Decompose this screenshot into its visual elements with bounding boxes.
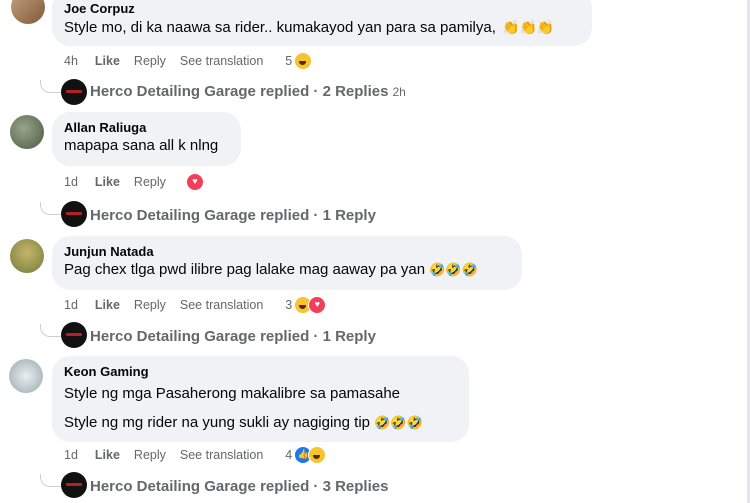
see-translation-link[interactable]: See translation <box>180 448 263 462</box>
haha-reaction-icon[interactable] <box>308 446 327 464</box>
comment-author[interactable]: Allan Raliuga <box>64 119 229 136</box>
love-reaction-icon[interactable]: ♥ <box>185 173 204 191</box>
comment-author[interactable]: Keon Gaming <box>64 363 457 380</box>
reply-author-name: Herco Detailing Garage <box>90 478 256 495</box>
avatar[interactable] <box>9 359 43 393</box>
reply-author-name: Herco Detailing Garage <box>90 207 256 224</box>
view-replies-link[interactable]: Herco Detailing Garage replied · 1 Reply <box>90 207 376 224</box>
avatar[interactable] <box>11 0 45 24</box>
replies-count: replied · 1 Reply <box>260 207 376 224</box>
reply-connector <box>40 202 63 215</box>
comment-text-line-2: Style ng mg rider na yung sukli ay nagig… <box>64 414 371 431</box>
view-replies-link[interactable]: Herco Detailing Garage replied · 1 Reply <box>90 328 376 345</box>
reply-button[interactable]: Reply <box>134 54 166 68</box>
comment-actions: 1d Like Reply ♥ <box>64 173 204 191</box>
replies-count: replied · 2 Replies <box>260 83 389 100</box>
see-translation-link[interactable]: See translation <box>180 298 263 312</box>
reaction-count[interactable]: 4 <box>285 448 292 462</box>
view-replies-link[interactable]: Herco Detailing Garage replied · 3 Repli… <box>90 478 388 495</box>
replies-count: replied · 1 Reply <box>260 328 376 345</box>
avatar[interactable] <box>10 239 44 273</box>
reply-connector <box>40 324 63 337</box>
reaction-count[interactable]: 3 <box>285 298 292 312</box>
replies-count: replied · 3 Replies <box>260 478 389 495</box>
reply-button[interactable]: Reply <box>134 298 166 312</box>
haha-reaction-icon[interactable] <box>294 52 313 70</box>
reply-button[interactable]: Reply <box>134 175 166 189</box>
like-button[interactable]: Like <box>95 54 120 68</box>
reply-connector <box>40 474 63 487</box>
herco-logo-avatar[interactable] <box>61 201 87 227</box>
like-button[interactable]: Like <box>95 298 120 312</box>
see-translation-link[interactable]: See translation <box>180 54 263 68</box>
avatar[interactable] <box>10 115 44 149</box>
comment-author[interactable]: Junjun Natada <box>64 243 510 260</box>
comment-text: mapapa sana all k nlng <box>64 137 219 154</box>
comment-bubble: Allan Raliuga mapapa sana all k nlng <box>52 112 241 166</box>
comment-actions: 1d Like Reply See translation 4 👍 <box>64 446 327 464</box>
comment-time[interactable]: 1d <box>64 298 78 312</box>
comment-time[interactable]: 1d <box>64 448 78 462</box>
comment-bubble: Joe Corpuz Style mo, di ka naawa sa ride… <box>52 0 592 46</box>
view-replies-link[interactable]: Herco Detailing Garage replied · 2 Repli… <box>90 83 406 100</box>
reply-button[interactable]: Reply <box>134 448 166 462</box>
comment-text: Style mo, di ka naawa sa rider.. kumakay… <box>64 19 496 36</box>
herco-logo-avatar[interactable] <box>61 322 87 348</box>
comment-text: Pag chex tlga pwd ilibre pag lalake mag … <box>64 261 426 278</box>
comment-bubble: Junjun Natada Pag chex tlga pwd ilibre p… <box>52 236 522 290</box>
comment-time[interactable]: 1d <box>64 175 78 189</box>
comment-time[interactable]: 4h <box>64 54 78 68</box>
laughing-emoji-icon: 🤣🤣🤣 <box>374 415 423 430</box>
reply-author-name: Herco Detailing Garage <box>90 328 256 345</box>
comment-actions: 1d Like Reply See translation 3 ♥ <box>64 296 327 314</box>
like-button[interactable]: Like <box>95 448 120 462</box>
comment-bubble: Keon Gaming Style ng mga Pasaherong maka… <box>52 356 469 442</box>
reply-connector <box>40 80 63 93</box>
comment-text-line-1: Style ng mga Pasaherong makalibre sa pam… <box>64 385 401 402</box>
comment-actions: 4h Like Reply See translation 5 <box>64 52 313 70</box>
replies-time: 2h <box>392 85 406 99</box>
like-button[interactable]: Like <box>95 175 120 189</box>
herco-logo-avatar[interactable] <box>61 472 87 498</box>
laughing-emoji-icon: 🤣🤣🤣 <box>429 262 478 277</box>
love-reaction-icon[interactable]: ♥ <box>308 296 327 314</box>
comment-author[interactable]: Joe Corpuz <box>64 0 580 17</box>
clap-emoji-icon: 👏👏👏 <box>502 19 555 35</box>
reaction-count[interactable]: 5 <box>285 54 292 68</box>
reply-author-name: Herco Detailing Garage <box>90 83 256 100</box>
herco-logo-avatar[interactable] <box>61 79 87 105</box>
